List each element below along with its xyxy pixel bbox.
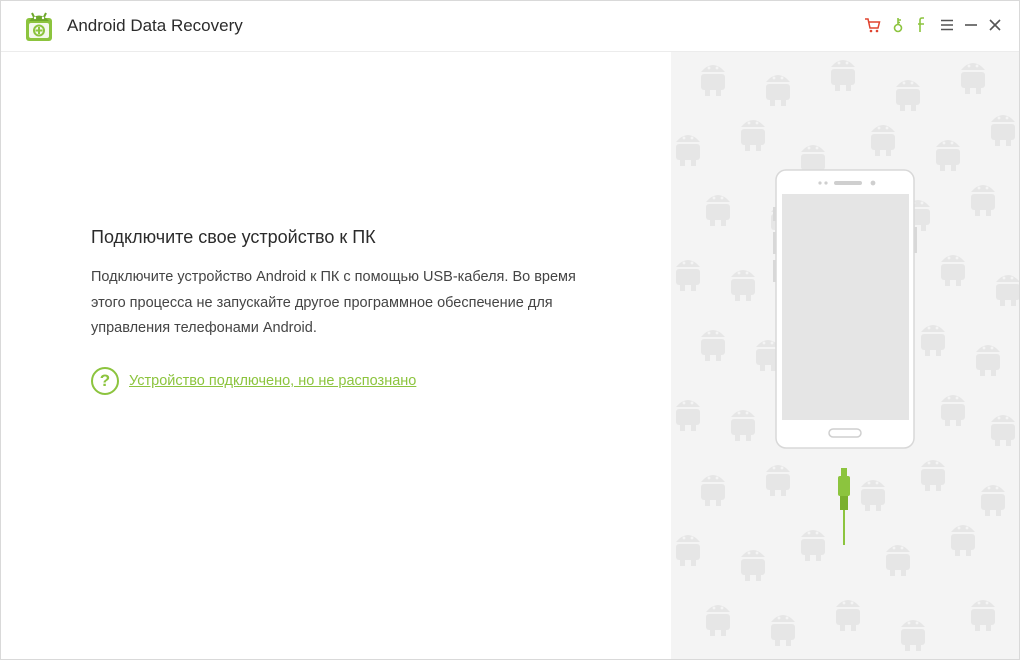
- phone-illustration: [773, 169, 917, 449]
- android-pattern-background: [676, 60, 1019, 651]
- title-bar: Android Data Recovery: [1, 1, 1019, 52]
- menu-icon[interactable]: [936, 14, 958, 36]
- app-logo: [26, 12, 52, 41]
- instructions-text: Подключите устройство Android к ПК с пом…: [91, 265, 621, 342]
- device-illustration-panel: [671, 52, 1019, 659]
- instructions-line: управления телефонами Android.: [91, 320, 317, 336]
- question-icon[interactable]: ?: [91, 367, 119, 395]
- help-link[interactable]: ? Устройство подключено, но не распознан…: [91, 367, 416, 395]
- key-icon[interactable]: [887, 14, 909, 36]
- cart-icon[interactable]: [861, 14, 883, 36]
- usb-cable-illustration: [838, 468, 850, 545]
- app-title: Android Data Recovery: [67, 16, 243, 35]
- page-title: Подключите свое устройство к ПК: [91, 227, 376, 247]
- minimize-icon[interactable]: [960, 14, 982, 36]
- instructions-line: этого процесса не запускайте другое прог…: [91, 294, 553, 311]
- close-icon[interactable]: [984, 14, 1006, 36]
- app-window: Android Data Recovery Подключите свое ус…: [0, 0, 1020, 660]
- help-link-text[interactable]: Устройство подключено, но не распознано: [129, 373, 416, 389]
- instructions-line: Подключите устройство Android к ПК с пом…: [91, 269, 576, 285]
- instructions-panel: [1, 52, 671, 659]
- facebook-icon[interactable]: [911, 14, 933, 36]
